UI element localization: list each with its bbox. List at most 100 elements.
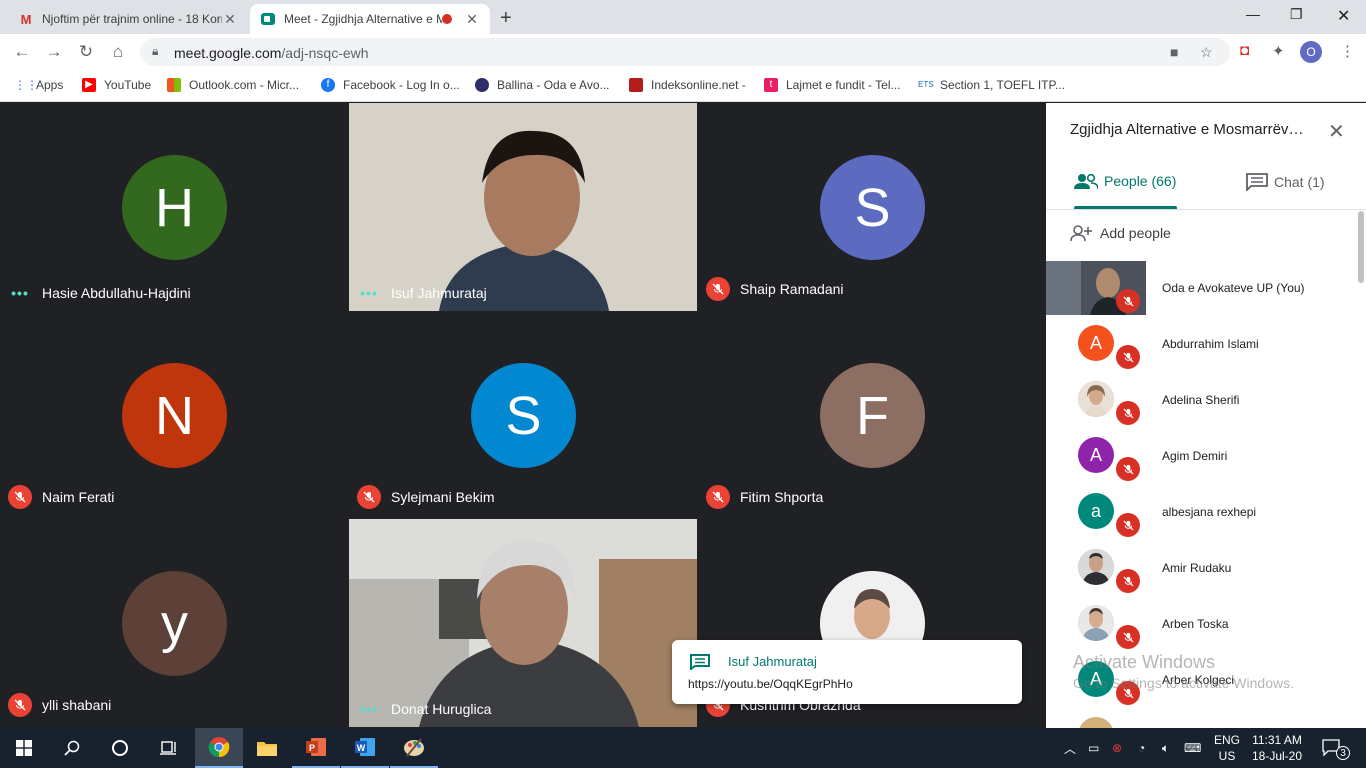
person-row[interactable]: a albesjana rexhepi [1046,483,1356,539]
mic-off-icon [1116,457,1140,481]
window-close-button[interactable]: ✕ [1337,6,1350,26]
bookmarks-bar: ⋮⋮ Apps ▶ YouTube Outlook.com - Micr... … [0,70,1366,102]
participant-tile: ••• Isuf Jahmurataj [349,103,697,311]
tab-meet[interactable]: Meet - Zgjidhja Alternative e Mosm ✕ [250,4,490,34]
maximize-button[interactable]: ❐ [1290,6,1303,23]
bookmark-indeksonline[interactable]: Indeksonline.net - [629,78,746,92]
chat-message-link[interactable]: https://youtu.be/OqqKEgrPhHo [688,677,853,691]
person-row[interactable] [1046,707,1356,728]
forward-icon[interactable]: → [44,42,64,62]
home-icon[interactable]: ⌂ [108,42,128,62]
reload-icon[interactable]: ↻ [76,42,96,62]
divider [1046,209,1366,210]
menu-kebab-icon[interactable]: ⋮ [1340,42,1355,60]
tab-strip: M Njoftim për trajnim online - 18 Korr ✕… [0,0,1366,34]
people-panel: Zgjidhja Alternative e Mosmarrëveshjeve … [1046,103,1366,728]
chat-sender: Isuf Jahmurataj [728,654,817,669]
close-panel-icon[interactable]: ✕ [1328,119,1345,144]
paint-icon[interactable] [390,728,438,768]
tab-gmail[interactable]: M Njoftim për trajnim online - 18 Korr ✕ [8,4,248,34]
person-photo [1078,549,1114,585]
url-text: meet.google.com/adj-nsqc-ewh [174,45,369,61]
close-tab-icon[interactable]: ✕ [222,11,238,28]
wifi-icon[interactable]: ◔ [1138,728,1145,768]
extension-icon[interactable]: ◘ [1240,42,1249,59]
battery-icon[interactable]: ▭ [1088,728,1099,768]
participant-name: Sylejmani Bekim [391,489,495,505]
keyboard-icon[interactable]: ⌨ [1184,728,1201,768]
volume-icon[interactable]: 🔈︎ [1162,728,1169,768]
bookmark-facebook[interactable]: f Facebook - Log In o... [321,78,460,92]
lock-icon[interactable]: 🔒︎ [152,44,158,59]
mic-off-icon [1116,401,1140,425]
add-people-button[interactable]: Add people [1070,225,1171,241]
bookmark-youtube[interactable]: ▶ YouTube [82,78,151,92]
mic-off-icon [1116,345,1140,369]
mic-off-icon [1116,289,1140,313]
scrollbar[interactable] [1358,211,1364,283]
mic-off-icon [1116,625,1140,649]
camera-icon[interactable]: ■ [1170,44,1178,60]
participant-tile: ••• Donat Huruglica [349,519,697,727]
task-view-icon[interactable] [144,728,192,768]
participant-avatar: H [122,155,227,260]
person-row[interactable]: A Agim Demiri [1046,427,1356,483]
meet-icon [260,11,276,27]
new-tab-button[interactable]: + [500,7,512,30]
powerpoint-icon[interactable]: P [292,728,340,768]
word-icon[interactable]: W [341,728,389,768]
participant-name: Naim Ferati [42,489,115,505]
person-avatar: A [1078,325,1114,361]
bookmark-star-icon[interactable]: ☆ [1200,44,1213,61]
person-row[interactable]: A Arber Kolgeci [1046,651,1356,707]
file-explorer-icon[interactable] [243,728,291,768]
chrome-taskbar-icon[interactable] [195,728,243,768]
person-row[interactable]: Adelina Sherifi [1046,371,1356,427]
cortana-icon[interactable] [96,728,144,768]
back-icon[interactable]: ← [12,42,32,62]
chat-notification[interactable]: Isuf Jahmurataj https://youtu.be/OqqKEgr… [672,640,1022,704]
bookmark-toefl[interactable]: ETS Section 1, TOEFL ITP... [918,78,1065,92]
participant-video [349,519,697,727]
person-row[interactable]: Amir Rudaku [1046,539,1356,595]
participant-avatar: S [820,155,925,260]
bookmark-oda[interactable]: Ballina - Oda e Avo... [475,78,610,92]
person-photo [1078,717,1114,728]
participant-name: Shaip Ramadani [740,281,844,297]
person-name: Amir Rudaku [1162,561,1232,575]
minimize-button[interactable]: — [1246,6,1260,22]
participant-tile: y ylli shabani [0,519,348,727]
person-row[interactable]: Oda e Avokateve UP (You) [1046,259,1356,315]
show-hidden-icons[interactable]: ︿ [1064,728,1076,768]
taskbar: P W ︿ ▭ ⊗ ◔ 🔈︎ ⌨ ENG US 11:31 AM 18-Jul-… [0,728,1366,768]
language-indicator[interactable]: ENG US [1214,732,1240,764]
notification-count: 3 [1336,746,1350,760]
participant-name: Hasie Abdullahu-Hajdini [42,285,191,301]
tab-chat[interactable]: Chat (1) [1246,173,1325,191]
person-photo [1078,605,1114,641]
person-row[interactable]: A Abdurrahim Islami [1046,315,1356,371]
add-person-icon [1070,225,1092,241]
search-icon[interactable] [48,728,96,768]
bookmark-apps[interactable]: ⋮⋮ Apps [14,78,63,92]
profile-avatar[interactable]: O [1300,41,1322,63]
extensions-puzzle-icon[interactable]: ✦ [1272,42,1285,60]
chat-icon [1246,173,1268,191]
ets-icon: ETS [918,80,934,89]
notifications-icon[interactable]: 3 [1322,728,1350,768]
tab-people[interactable]: People (66) [1074,173,1176,189]
windows-start-icon[interactable] [0,728,48,768]
mic-off-icon [1116,569,1140,593]
address-bar[interactable]: 🔒︎ meet.google.com/adj-nsqc-ewh ■ ☆ [140,38,1230,66]
browser-toolbar: ← → ↻ ⌂ 🔒︎ meet.google.com/adj-nsqc-ewh … [0,34,1366,70]
bookmark-outlook[interactable]: Outlook.com - Micr... [167,78,299,92]
antivirus-icon[interactable]: ⊗ [1112,728,1122,768]
person-name: Arben Toska [1162,617,1229,631]
clock[interactable]: 11:31 AM 18-Jul-20 [1246,732,1308,764]
close-tab-icon[interactable]: ✕ [464,11,480,28]
person-avatar: A [1078,437,1114,473]
bookmark-telegrafi[interactable]: t Lajmet e fundit - Tel... [764,78,901,92]
person-row[interactable]: Arben Toska [1046,595,1356,651]
mic-off-icon [706,485,730,509]
mic-off-icon [357,485,381,509]
